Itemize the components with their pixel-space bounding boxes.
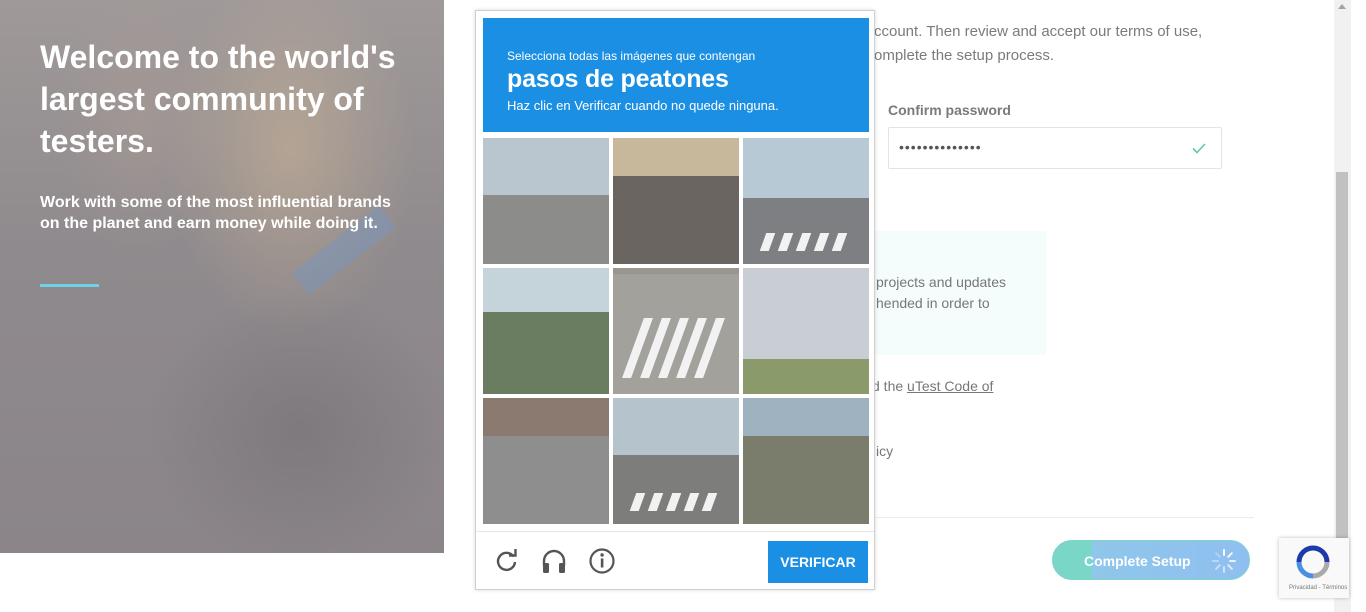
tile-sky [743,398,869,436]
code-of-conduct-line: d the uTest Code of [872,378,993,394]
captcha-tile[interactable] [613,268,739,394]
recaptcha-badge[interactable]: Privacidad - Términos [1279,538,1349,598]
tile-sky [613,398,739,455]
code-of-conduct-link[interactable]: uTest Code of [907,378,993,394]
captcha-tile[interactable] [613,138,739,264]
captcha-target: pasos de peatones [507,65,729,93]
confirm-password-field[interactable]: •••••••••••••• [888,127,1222,169]
info-icon[interactable] [588,547,616,575]
captcha-hint: Haz clic en Verificar cuando no quede ni… [507,98,779,113]
captcha-instruction: Selecciona todas las imágenes que conten… [507,49,756,63]
tile-sky [483,268,609,312]
reload-icon[interactable] [493,547,521,575]
verify-button[interactable]: VERIFICAR [768,541,868,583]
complete-setup-label: Complete Setup [1084,553,1191,569]
captcha-tile[interactable] [483,398,609,524]
hero-panel: Welcome to the world's largest community… [0,0,444,553]
recaptcha-challenge: Selecciona todas las imágenes que conten… [475,10,875,590]
tile-sky [613,138,739,176]
hero-accent-line [40,284,99,287]
tile-ground [743,359,869,394]
code-prefix: d the [872,378,908,394]
divider [864,517,1254,518]
tile-ground [743,198,869,264]
captcha-footer-divider [476,531,874,532]
tile-ground [483,436,609,524]
confirm-password-value: •••••••••••••• [899,139,982,155]
tile-ground [483,195,609,264]
policy-fragment: icy [876,443,894,459]
complete-setup-button[interactable]: Complete Setup [1052,540,1250,580]
captcha-tile[interactable] [483,268,609,394]
tile-sky [483,398,609,436]
captcha-tile[interactable] [613,398,739,524]
captcha-tile[interactable] [743,398,869,524]
hero-subtitle: Work with some of the most influential b… [40,194,391,232]
page-scrollbar[interactable] [1334,0,1351,612]
loading-spinner-icon [1212,549,1236,573]
captcha-tile[interactable] [743,138,869,264]
tile-ground [613,176,739,264]
tile-sky [743,138,869,198]
captcha-tile[interactable] [483,138,609,264]
badge-privacy-terms[interactable]: Privacidad - Términos [1289,585,1347,591]
tile-ground [483,312,609,394]
tile-ground [613,455,739,524]
captcha-header: Selecciona todas las imágenes que conten… [483,18,869,132]
check-icon [1192,143,1206,154]
recaptcha-logo-icon [1296,545,1330,579]
audio-headphones-icon[interactable] [540,547,568,575]
captcha-image-grid [483,138,871,526]
tile-ground [743,436,869,524]
intro-text: ccount. Then review and accept our terms… [874,23,1203,64]
info-text: projects and updates hended in order to [876,274,1006,311]
scroll-thumb[interactable] [1336,172,1348,542]
confirm-password-label: Confirm password [888,102,1011,118]
tile-sky [483,138,609,195]
hero-title: Welcome to the world's largest community… [40,39,396,159]
scroll-up-arrow-icon[interactable] [1338,4,1346,9]
tile-sky [743,268,869,359]
captcha-tile[interactable] [743,268,869,394]
